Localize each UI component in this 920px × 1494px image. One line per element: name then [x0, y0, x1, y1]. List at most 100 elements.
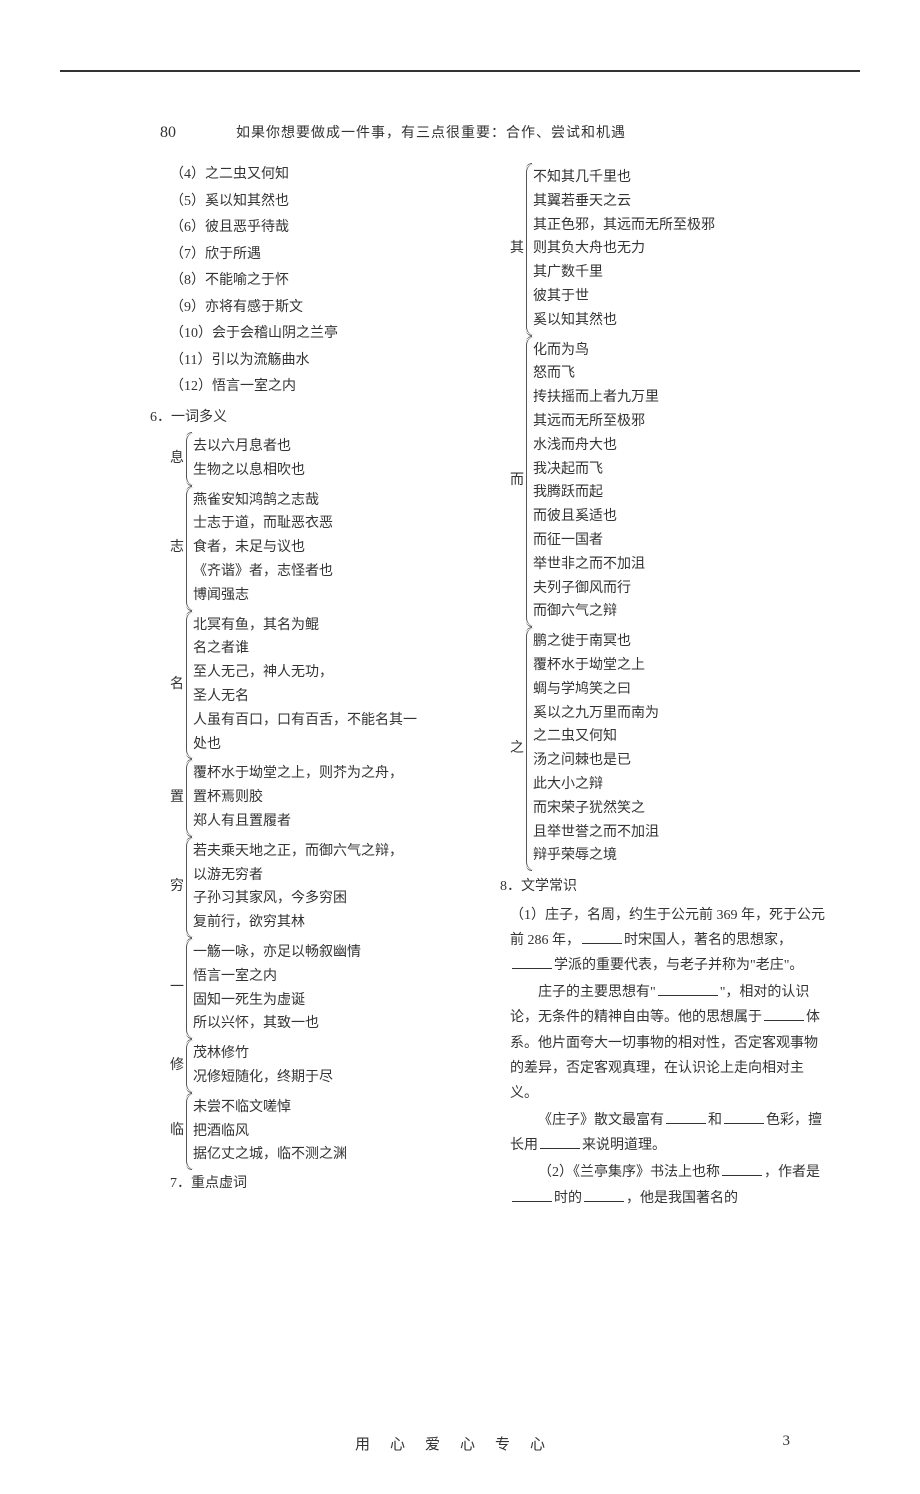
- paragraph: 《庄子》散文最富有和色彩，擅长用来说明道理。: [510, 1108, 830, 1158]
- list-item: 食者，未足与议也: [193, 536, 333, 560]
- bracket-label: 名: [170, 673, 186, 698]
- list-item: 覆杯水于坳堂之上: [533, 654, 659, 678]
- list-item: （10）会于会稽山阴之兰亭: [170, 321, 490, 348]
- list-item: （12）悟言一室之内: [170, 374, 490, 401]
- list-item: 名之者谁: [193, 637, 417, 661]
- list-item: 其远而无所至极邪: [533, 410, 659, 434]
- bracket-group-qi: 其 不知其几千里也 其翼若垂天之云 其正色邪，其远而无所至极邪 则其负大舟也无力…: [510, 164, 830, 335]
- bracket-group-zhi2: 置 覆杯水于坳堂之上，则芥为之舟， 置杯焉则胶 郑人有且置履者: [170, 760, 490, 835]
- bracket-group-er: 而 化而为鸟 怒而飞 抟扶摇而上者九万里 其远而无所至极邪 水浅而舟大也 我决起…: [510, 337, 830, 627]
- list-item: 蜩与学鸠笑之曰: [533, 678, 659, 702]
- list-item: 怒而飞: [533, 362, 659, 386]
- text: 学派的重要代表，与老子并称为"老庄"。: [554, 958, 803, 973]
- bracket-icon: 化而为鸟 怒而飞 抟扶摇而上者九万里 其远而无所至极邪 水浅而舟大也 我决起而飞…: [526, 337, 659, 627]
- bracket-label: 之: [510, 737, 526, 762]
- bracket-label: 临: [170, 1119, 186, 1144]
- bracket-icon: 燕雀安知鸿鹄之志哉 士志于道，而耻恶衣恶 食者，未足与议也 《齐谐》者，志怪者也…: [186, 487, 333, 610]
- list-item: 悟言一室之内: [193, 965, 361, 989]
- left-column: （4）之二虫又何知 （5）奚以知其然也 （6）彼且恶乎待哉 （7）欣于所遇 （8…: [170, 162, 505, 1213]
- list-item: 至人无己，神人无功，: [193, 661, 417, 685]
- list-item: 汤之问棘也是已: [533, 749, 659, 773]
- bracket-icon: 一觞一咏，亦足以畅叙幽情 悟言一室之内 固知一死生为虚诞 所以兴怀，其致一也: [186, 939, 361, 1038]
- blank-fill[interactable]: [540, 1134, 580, 1149]
- page-number-top: 80: [160, 124, 176, 142]
- list-item: 燕雀安知鸿鹄之志哉: [193, 489, 333, 513]
- list-item: 此大小之辩: [533, 773, 659, 797]
- list-item: （6）彼且恶乎待哉: [170, 215, 490, 242]
- list-item: 其广数千里: [533, 261, 715, 285]
- list-item: （8）不能喻之于怀: [170, 268, 490, 295]
- footer-page-number: 3: [783, 1433, 791, 1450]
- list-item: 复前行，欲穷其林: [193, 911, 403, 935]
- bracket-group-zhi3: 之 鹏之徙于南冥也 覆杯水于坳堂之上 蜩与学鸠笑之曰 奚以之九万里而南为 之二虫…: [510, 628, 830, 870]
- bracket-label: 息: [170, 447, 186, 472]
- list-item: 奚以之九万里而南为: [533, 702, 659, 726]
- bracket-icon: 若夫乘天地之正，而御六气之辩， 以游无穷者 子孙习其家风，今多穷困 复前行，欲穷…: [186, 838, 403, 937]
- list-item: 辩乎荣辱之境: [533, 844, 659, 868]
- text: ，他是我国著名的: [626, 1191, 738, 1206]
- list-item: 生物之以息相吹也: [193, 459, 305, 483]
- text: 时的: [554, 1191, 582, 1206]
- text: 来说明道理。: [582, 1138, 666, 1153]
- footer-text: 用心爱心专心: [355, 1437, 565, 1453]
- top-rule: [60, 70, 860, 72]
- blank-fill[interactable]: [582, 929, 622, 944]
- header-quote: 如果你想要做成一件事，有三点很重要：合作、尝试和机遇: [236, 122, 626, 142]
- list-item: 士志于道，而耻恶衣恶: [193, 512, 333, 536]
- right-column: 其 不知其几千里也 其翼若垂天之云 其正色邪，其远而无所至极邪 则其负大舟也无力…: [505, 162, 830, 1213]
- list-item: 鹏之徙于南冥也: [533, 630, 659, 654]
- list-item: 则其负大舟也无力: [533, 237, 715, 261]
- list-item: 其翼若垂天之云: [533, 190, 715, 214]
- bracket-icon: 覆杯水于坳堂之上，则芥为之舟， 置杯焉则胶 郑人有且置履者: [186, 760, 403, 835]
- list-item: 而御六气之辩: [533, 600, 659, 624]
- list-item: （9）亦将有感于斯文: [170, 295, 490, 322]
- list-item: 去以六月息者也: [193, 435, 305, 459]
- blank-fill[interactable]: [722, 1161, 762, 1176]
- list-item: 北冥有鱼，其名为鲲: [193, 614, 417, 638]
- blank-fill[interactable]: [666, 1109, 706, 1124]
- bracket-group-xi: 息 去以六月息者也 生物之以息相吹也: [170, 433, 490, 485]
- bracket-label: 穷: [170, 875, 186, 900]
- list-item: 而彼且奚适也: [533, 505, 659, 529]
- text: ，作者是: [764, 1165, 820, 1180]
- list-item: 一觞一咏，亦足以畅叙幽情: [193, 941, 361, 965]
- text: （2）《兰亭集序》书法上也称: [538, 1165, 720, 1180]
- list-item: 不知其几千里也: [533, 166, 715, 190]
- blank-fill[interactable]: [724, 1109, 764, 1124]
- blank-fill[interactable]: [512, 1187, 552, 1202]
- list-item: （4）之二虫又何知: [170, 162, 490, 189]
- bracket-label: 置: [170, 786, 186, 811]
- page-footer: 用心爱心专心 3: [50, 1433, 870, 1454]
- list-item: 况修短随化，终期于尽: [193, 1066, 333, 1090]
- document-page: 80 如果你想要做成一件事，有三点很重要：合作、尝试和机遇 （4）之二虫又何知 …: [0, 0, 920, 1494]
- list-item: 未尝不临文嗟悼: [193, 1096, 347, 1120]
- section-heading: 8．文学常识: [500, 874, 830, 901]
- blank-fill[interactable]: [764, 1006, 804, 1021]
- section-heading: 7．重点虚词: [170, 1171, 490, 1198]
- text: 和: [708, 1113, 722, 1128]
- text: 庄子的主要思想有": [538, 985, 656, 1000]
- list-item: 举世非之而不加沮: [533, 553, 659, 577]
- list-item: 化而为鸟: [533, 339, 659, 363]
- list-item: 茂林修竹: [193, 1042, 333, 1066]
- bracket-icon: 北冥有鱼，其名为鲲 名之者谁 至人无己，神人无功， 圣人无名 人虽有百口，口有百…: [186, 612, 417, 759]
- list-item: （11）引以为流觞曲水: [170, 348, 490, 375]
- list-item: 我决起而飞: [533, 458, 659, 482]
- bracket-group-qiong: 穷 若夫乘天地之正，而御六气之辩， 以游无穷者 子孙习其家风，今多穷困 复前行，…: [170, 838, 490, 937]
- bracket-label: 修: [170, 1054, 186, 1079]
- blank-fill[interactable]: [658, 981, 718, 996]
- list-item: 置杯焉则胶: [193, 786, 403, 810]
- bracket-icon: 鹏之徙于南冥也 覆杯水于坳堂之上 蜩与学鸠笑之曰 奚以之九万里而南为 之二虫又何…: [526, 628, 659, 870]
- list-item: 我腾跃而起: [533, 481, 659, 505]
- blank-fill[interactable]: [584, 1187, 624, 1202]
- list-item: 之二虫又何知: [533, 725, 659, 749]
- list-item: 水浅而舟大也: [533, 434, 659, 458]
- bracket-group-ming: 名 北冥有鱼，其名为鲲 名之者谁 至人无己，神人无功， 圣人无名 人虽有百口，口…: [170, 612, 490, 759]
- bracket-icon: 茂林修竹 况修短随化，终期于尽: [186, 1040, 333, 1092]
- blank-fill[interactable]: [512, 954, 552, 969]
- bracket-label: 而: [510, 469, 526, 494]
- bracket-group-xiu: 修 茂林修竹 况修短随化，终期于尽: [170, 1040, 490, 1092]
- list-item: 人虽有百口，口有百舌，不能名其一: [193, 709, 417, 733]
- bracket-icon: 未尝不临文嗟悼 把酒临风 据亿丈之城，临不测之渊: [186, 1094, 347, 1169]
- bracket-label: 一: [170, 976, 186, 1001]
